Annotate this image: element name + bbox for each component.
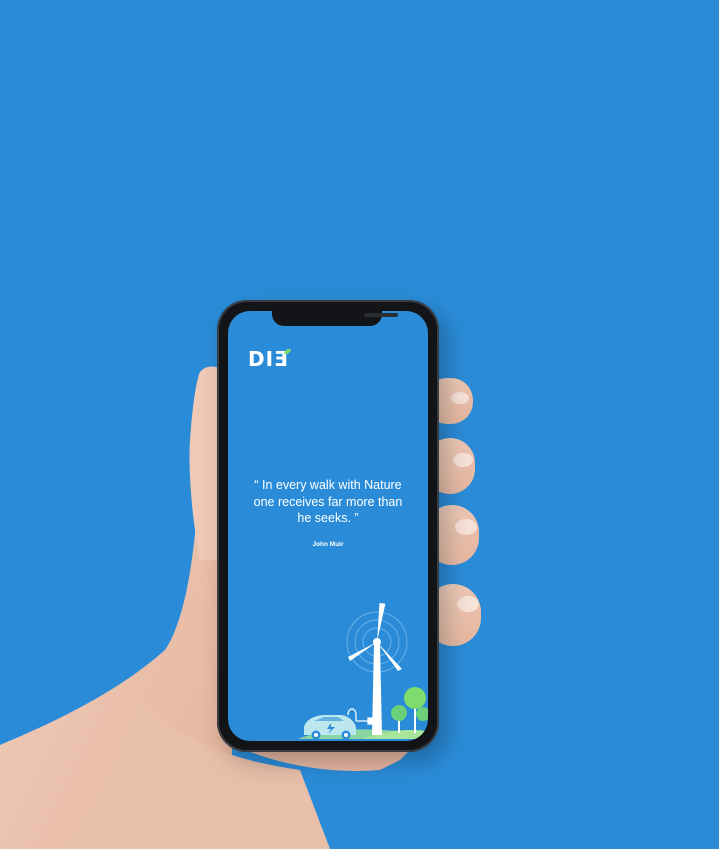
speaker-grille [364,313,398,317]
leaf-icon [283,349,291,354]
logo-text: DI [248,347,275,371]
phone-notch [272,311,398,326]
logo-accent: Ǝ [274,347,291,371]
eco-illustration [298,602,428,739]
mockup-scene: DIƎ “ In every walk with Nature one rece… [0,0,719,849]
quote-author: John Muir [312,541,344,548]
app-screen: DIƎ “ In every walk with Nature one rece… [228,311,428,741]
trees-icon [391,687,428,733]
app-logo: DIƎ [248,347,291,371]
quote-text: “ In every walk with Nature one receives… [253,478,403,525]
phone-device: DIƎ “ In every walk with Nature one rece… [217,300,439,752]
